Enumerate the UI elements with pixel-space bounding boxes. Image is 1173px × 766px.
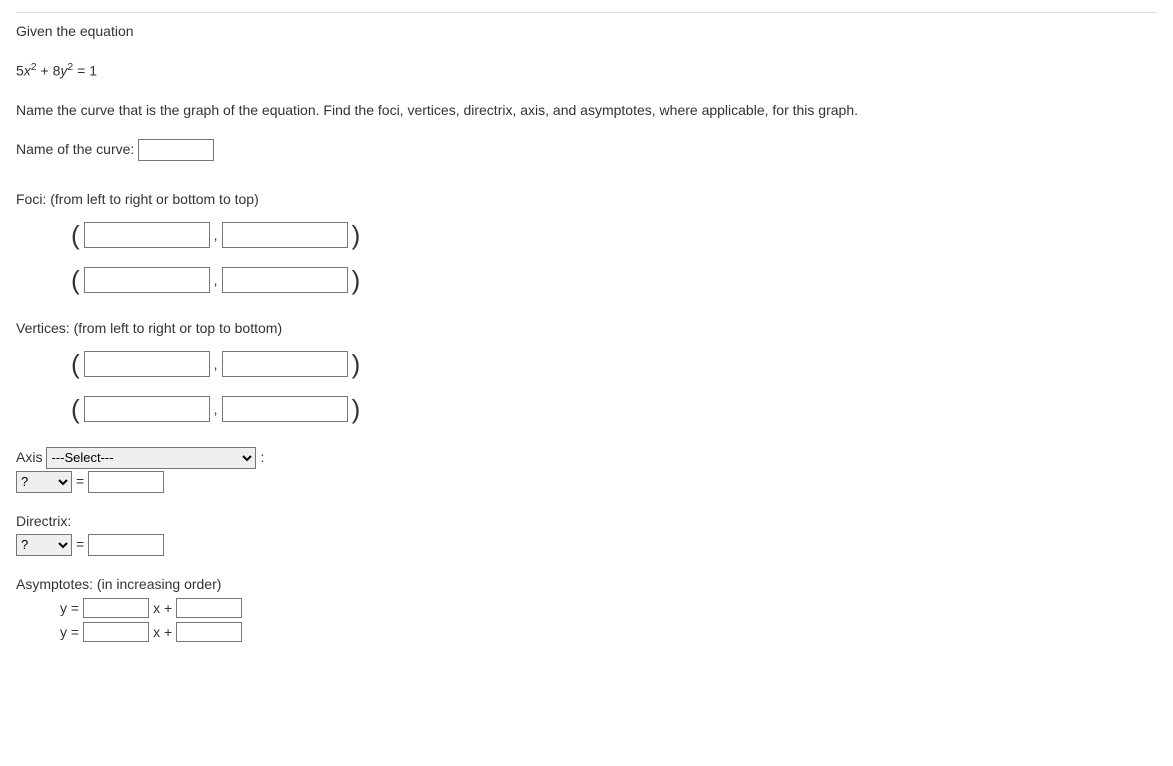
asym1-slope-input[interactable] bbox=[83, 598, 149, 618]
asym-y: y = bbox=[60, 598, 79, 619]
axis-select[interactable]: ---Select--- bbox=[46, 447, 256, 469]
asym-y: y = bbox=[60, 622, 79, 643]
comma: , bbox=[214, 354, 218, 375]
equals: = bbox=[76, 471, 84, 492]
comma: , bbox=[214, 225, 218, 246]
directrix-var-select[interactable]: ? bbox=[16, 534, 72, 556]
asym2-slope-input[interactable] bbox=[83, 622, 149, 642]
axis-row: Axis ---Select--- : bbox=[16, 447, 1157, 469]
name-of-curve-row: Name of the curve: bbox=[16, 139, 1157, 161]
plus: + bbox=[37, 63, 53, 79]
comma: , bbox=[214, 399, 218, 420]
axis-label: Axis bbox=[16, 447, 42, 468]
foci1-x-input[interactable] bbox=[84, 222, 210, 248]
foci2-x-input[interactable] bbox=[84, 267, 210, 293]
asym2-intercept-input[interactable] bbox=[176, 622, 242, 642]
paren-open: ( bbox=[71, 390, 80, 429]
axis-var-select[interactable]: ? bbox=[16, 471, 72, 493]
foci1-y-input[interactable] bbox=[222, 222, 348, 248]
eq-rhs: = 1 bbox=[73, 63, 97, 79]
name-label: Name of the curve: bbox=[16, 139, 134, 160]
paren-close: ) bbox=[352, 261, 361, 300]
asym-xplus: x + bbox=[153, 598, 172, 619]
directrix-label: Directrix: bbox=[16, 511, 1157, 532]
coef1: 5 bbox=[16, 63, 24, 79]
asym1-intercept-input[interactable] bbox=[176, 598, 242, 618]
paren-open: ( bbox=[71, 261, 80, 300]
paren-open: ( bbox=[71, 216, 80, 255]
directrix-value-input[interactable] bbox=[88, 534, 164, 556]
directrix-row: ? = bbox=[16, 534, 1157, 556]
comma: , bbox=[214, 270, 218, 291]
asym-xplus: x + bbox=[153, 622, 172, 643]
curve-name-input[interactable] bbox=[138, 139, 214, 161]
vertex1-y-input[interactable] bbox=[222, 351, 348, 377]
vertex2-x-input[interactable] bbox=[84, 396, 210, 422]
asymptote-row-1: y = x + bbox=[56, 598, 1157, 619]
foci2-y-input[interactable] bbox=[222, 267, 348, 293]
var1: x bbox=[24, 63, 31, 79]
asymptote-row-2: y = x + bbox=[56, 622, 1157, 643]
paren-close: ) bbox=[352, 345, 361, 384]
equation: 5x2 + 8y2 = 1 bbox=[16, 60, 1157, 82]
vertex1-x-input[interactable] bbox=[84, 351, 210, 377]
instruction-text: Name the curve that is the graph of the … bbox=[16, 100, 1157, 121]
vertices-label: Vertices: (from left to right or top to … bbox=[16, 318, 1157, 339]
paren-close: ) bbox=[352, 390, 361, 429]
vertex-point-2: ( , ) bbox=[71, 390, 1157, 429]
axis-equation-row: ? = bbox=[16, 471, 1157, 493]
vertex-point-1: ( , ) bbox=[71, 345, 1157, 384]
paren-open: ( bbox=[71, 345, 80, 384]
equals: = bbox=[76, 534, 84, 555]
foci-label: Foci: (from left to right or bottom to t… bbox=[16, 189, 1157, 210]
intro-text: Given the equation bbox=[16, 21, 1157, 42]
foci-point-2: ( , ) bbox=[71, 261, 1157, 300]
asymptotes-label: Asymptotes: (in increasing order) bbox=[16, 574, 1157, 595]
foci-point-1: ( , ) bbox=[71, 216, 1157, 255]
vertex2-y-input[interactable] bbox=[222, 396, 348, 422]
paren-close: ) bbox=[352, 216, 361, 255]
axis-colon: : bbox=[260, 447, 264, 468]
axis-value-input[interactable] bbox=[88, 471, 164, 493]
